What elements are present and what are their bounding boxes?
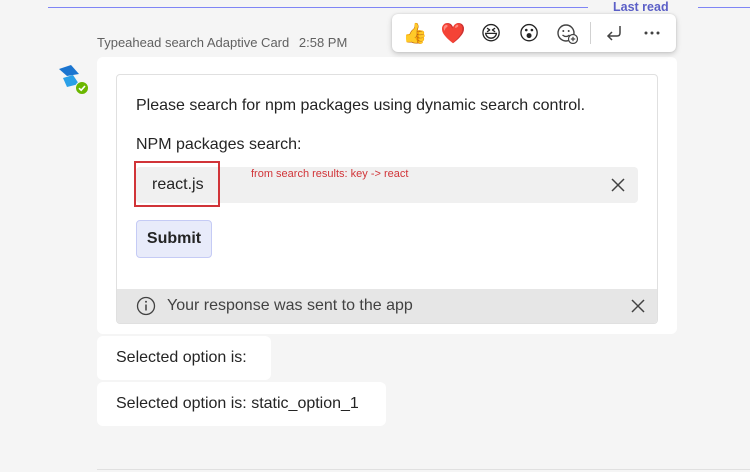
status-text: Your response was sent to the app: [167, 297, 413, 314]
compose-divider: [97, 469, 750, 470]
more-options-button[interactable]: [633, 14, 671, 52]
response-status-bar: Your response was sent to the app: [117, 289, 657, 323]
message-header: Typeahead search Adaptive Card 2:58 PM: [97, 35, 347, 50]
message-time: 2:58 PM: [298, 35, 348, 50]
add-emoji-icon: [557, 24, 578, 44]
info-icon: [136, 296, 156, 316]
reply-message: Selected option is:: [97, 336, 271, 380]
reactions-toolbar: 👍 ❤️ 😆 😮: [392, 14, 676, 52]
surprised-icon: 😮: [518, 22, 540, 45]
heart-icon: ❤️: [440, 22, 466, 45]
thumbs-up-icon: 👍: [402, 22, 428, 45]
presence-available-icon: [75, 81, 89, 95]
last-read-divider-right: [698, 7, 750, 8]
npm-search-input[interactable]: react.js from search results: key -> rea…: [134, 161, 638, 207]
adaptive-card: Please search for npm packages using dyn…: [116, 74, 658, 324]
toolbar-divider: [590, 22, 591, 44]
bot-avatar[interactable]: [57, 64, 89, 96]
reply-icon: [606, 26, 621, 41]
reaction-like-button[interactable]: 👍: [396, 14, 434, 52]
annotation-highlight: [134, 161, 220, 207]
card-instructions: Please search for npm packages using dyn…: [136, 97, 586, 114]
message-bubble: Please search for npm packages using dyn…: [97, 57, 677, 334]
clear-search-icon[interactable]: [608, 175, 628, 195]
last-read-label: Last read: [613, 0, 669, 14]
reply-message: Selected option is: static_option_1: [97, 382, 386, 426]
dismiss-status-icon[interactable]: [629, 297, 647, 315]
sender-name: Typeahead search Adaptive Card: [97, 35, 290, 50]
more-reactions-button[interactable]: [548, 14, 586, 52]
laugh-icon: 😆: [480, 22, 502, 45]
more-options-icon: [644, 31, 660, 35]
last-read-divider-left: [48, 7, 588, 8]
reaction-heart-button[interactable]: ❤️: [434, 14, 472, 52]
reaction-laugh-button[interactable]: 😆: [472, 14, 510, 52]
submit-button[interactable]: Submit: [136, 220, 212, 258]
search-label: NPM packages search:: [136, 136, 302, 153]
reply-button[interactable]: [595, 14, 633, 52]
annotation-note: from search results: key -> react: [251, 168, 409, 180]
reaction-surprised-button[interactable]: 😮: [510, 14, 548, 52]
